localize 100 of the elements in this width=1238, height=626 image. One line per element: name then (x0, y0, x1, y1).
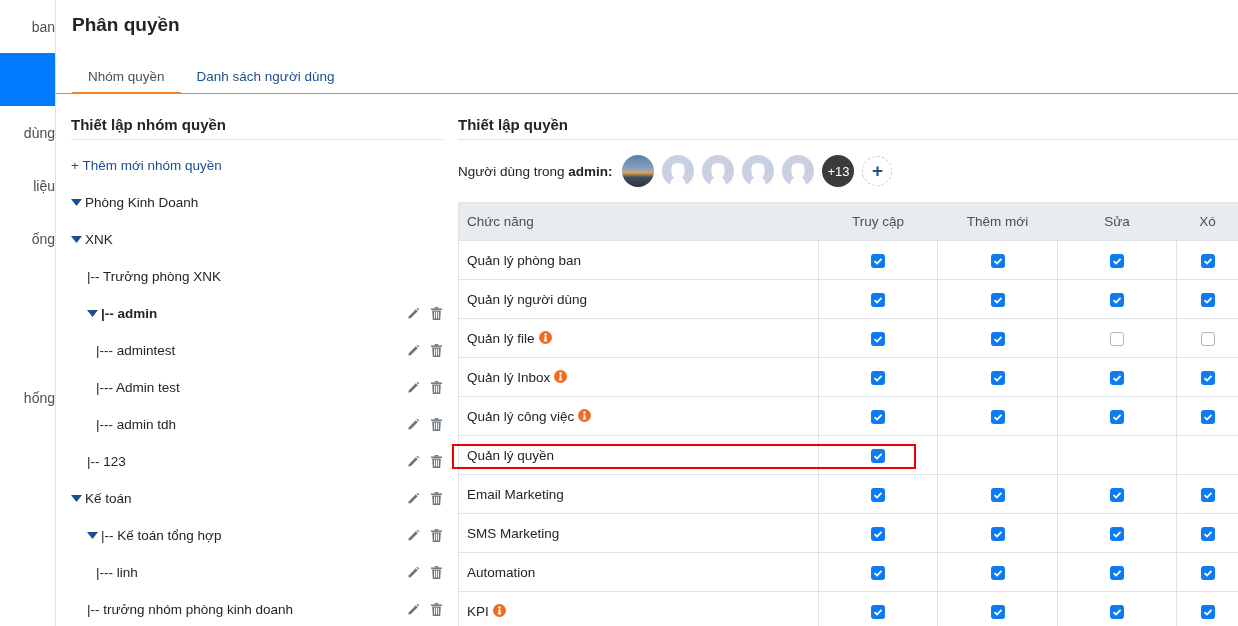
checkbox[interactable] (871, 292, 885, 307)
checkbox[interactable] (1200, 565, 1215, 580)
checkbox[interactable] (1200, 370, 1215, 385)
column-header: Truy cập (818, 202, 938, 241)
group-name[interactable]: |--- linh (96, 565, 407, 580)
checkbox[interactable] (871, 487, 885, 502)
checkbox[interactable] (1110, 526, 1124, 541)
checkbox[interactable] (1110, 565, 1124, 580)
checkbox[interactable] (871, 604, 885, 619)
avatar-silhouette (702, 155, 735, 187)
group-name[interactable]: |-- Kế toán tổng hợp (101, 528, 407, 543)
trash-icon[interactable] (431, 344, 442, 357)
pencil-icon[interactable] (407, 566, 420, 579)
checkbox[interactable] (871, 253, 885, 268)
pencil-icon[interactable] (407, 492, 420, 505)
checkbox[interactable] (1110, 292, 1124, 307)
sidebar-item[interactable]: hống (0, 371, 55, 424)
checkbox[interactable] (990, 331, 1005, 346)
trash-icon[interactable] (431, 307, 442, 320)
checkbox[interactable] (1200, 487, 1215, 502)
pencil-icon[interactable] (407, 455, 420, 468)
checkbox[interactable] (1110, 604, 1124, 619)
checkbox[interactable] (990, 370, 1005, 385)
users-label: Người dùng trong admin: (458, 163, 613, 179)
pencil-icon[interactable] (407, 307, 420, 320)
checkbox[interactable] (1200, 292, 1215, 307)
tab[interactable]: Nhóm quyền (72, 60, 181, 94)
checkbox[interactable] (871, 448, 885, 463)
add-group-link[interactable]: + Thêm mới nhóm quyền (71, 156, 222, 176)
checkbox[interactable] (1110, 370, 1124, 385)
group-name[interactable]: Kế toán (85, 491, 407, 506)
checkbox[interactable] (871, 526, 885, 541)
trash-icon[interactable] (431, 381, 442, 394)
sidebar-item[interactable]: liệu (0, 159, 55, 212)
checkbox[interactable] (1110, 253, 1124, 268)
pencil-icon[interactable] (407, 381, 420, 394)
pencil-icon[interactable] (407, 418, 420, 431)
checkbox[interactable] (871, 409, 885, 424)
checkbox[interactable] (990, 565, 1005, 580)
checkbox[interactable] (1200, 331, 1215, 346)
checkbox[interactable] (990, 604, 1005, 619)
feature-name: Quản lý người dùng (467, 291, 587, 307)
feature-name: Quản lý công việc (467, 408, 575, 424)
group-name[interactable]: |-- trưởng nhóm phòng kinh doanh (87, 602, 407, 617)
panel-heading: Thiết lập quyền (458, 104, 1238, 140)
trash-icon[interactable] (431, 418, 442, 431)
checkbox[interactable] (1200, 526, 1215, 541)
info-icon[interactable] (492, 603, 506, 617)
sidebar-item[interactable]: ban (0, 0, 55, 53)
add-user-button[interactable]: + (862, 156, 893, 186)
group-name[interactable]: |--- Admin test (96, 380, 407, 395)
column-header: Xó (1176, 202, 1238, 241)
column-header: Thêm mới (937, 202, 1058, 241)
pencil-icon[interactable] (407, 344, 420, 357)
more-users-count[interactable]: +13 (822, 155, 855, 187)
feature-name: Quản lý quyền (467, 447, 555, 463)
group-name[interactable]: |-- 123 (87, 454, 407, 469)
checkbox[interactable] (990, 409, 1005, 424)
column-header: Sửa (1057, 202, 1177, 241)
checkbox[interactable] (990, 292, 1005, 307)
checkbox[interactable] (1110, 331, 1124, 346)
caret-icon[interactable] (71, 495, 85, 502)
caret-icon[interactable] (71, 199, 85, 206)
pencil-icon[interactable] (407, 529, 420, 542)
checkbox[interactable] (990, 487, 1005, 502)
info-icon[interactable] (538, 330, 552, 344)
trash-icon[interactable] (431, 529, 442, 542)
group-name[interactable]: XNK (85, 232, 443, 247)
checkbox[interactable] (1110, 409, 1124, 424)
pencil-icon[interactable] (407, 603, 420, 616)
checkbox[interactable] (1200, 604, 1215, 619)
avatar-silhouette (782, 155, 815, 187)
checkbox[interactable] (990, 526, 1005, 541)
group-name[interactable]: |-- admin (101, 306, 407, 321)
feature-name: Automation (467, 564, 536, 580)
trash-icon[interactable] (431, 492, 442, 505)
group-name[interactable]: |--- admin tdh (96, 417, 407, 432)
caret-icon[interactable] (87, 532, 101, 539)
checkbox[interactable] (1200, 409, 1215, 424)
caret-icon[interactable] (87, 310, 101, 317)
feature-name: SMS Marketing (467, 525, 560, 541)
tab[interactable]: Danh sách người dùng (180, 60, 351, 94)
feature-name: Quản lý phòng ban (467, 252, 582, 268)
trash-icon[interactable] (431, 455, 442, 468)
checkbox[interactable] (1200, 253, 1215, 268)
info-icon[interactable] (578, 408, 592, 422)
group-name[interactable]: Phòng Kinh Doanh (85, 195, 443, 210)
checkbox[interactable] (871, 565, 885, 580)
checkbox[interactable] (990, 253, 1005, 268)
group-name[interactable]: |--- admintest (96, 343, 407, 358)
checkbox[interactable] (1110, 487, 1124, 502)
group-name[interactable]: |-- Trưởng phòng XNK (87, 269, 443, 284)
sidebar-item[interactable]: ống (0, 212, 55, 265)
checkbox[interactable] (871, 370, 885, 385)
trash-icon[interactable] (431, 603, 442, 616)
trash-icon[interactable] (431, 566, 442, 579)
caret-icon[interactable] (71, 236, 85, 243)
checkbox[interactable] (871, 331, 885, 346)
sidebar-item[interactable]: dùng (0, 106, 55, 159)
info-icon[interactable] (554, 369, 568, 383)
